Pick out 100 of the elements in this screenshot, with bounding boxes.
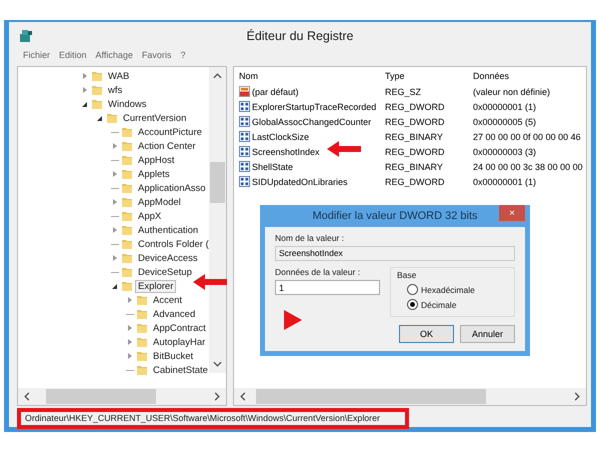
tree-item[interactable]: CurrentVersion <box>121 112 188 124</box>
scroll-left-icon[interactable] <box>240 392 246 401</box>
tree-item[interactable]: DeviceAccess <box>136 252 200 264</box>
tree-item[interactable]: Accent <box>151 294 184 306</box>
collapsed-arrow-icon[interactable] <box>110 254 119 262</box>
value-data-field[interactable]: 1 <box>275 280 380 295</box>
folder-icon <box>121 182 133 194</box>
radio-button[interactable] <box>407 299 418 310</box>
tree-item[interactable]: CabinetState <box>151 364 210 375</box>
scroll-down-icon[interactable] <box>213 361 222 367</box>
binary-value-icon <box>239 146 250 157</box>
tree-item[interactable]: Action Center <box>136 140 198 152</box>
collapsed-arrow-icon[interactable] <box>125 338 134 346</box>
binary-value-icon <box>239 116 250 127</box>
collapsed-arrow-icon[interactable] <box>80 72 89 80</box>
scroll-right-icon[interactable] <box>214 392 220 401</box>
tree-item[interactable]: Authentication <box>136 224 200 236</box>
tree-item[interactable]: AccountPicture <box>136 126 204 138</box>
binary-value-icon <box>239 101 250 112</box>
folder-icon <box>121 140 133 152</box>
value-type: REG_BINARY <box>384 132 444 142</box>
radio-label[interactable]: Décimale <box>421 300 456 310</box>
collapsed-arrow-icon[interactable] <box>110 170 119 178</box>
registry-icon <box>19 29 33 43</box>
folder-icon <box>121 224 133 236</box>
tree-item[interactable]: WAB <box>106 70 132 82</box>
menu-item[interactable]: Edition <box>59 50 87 64</box>
collapsed-arrow-icon[interactable] <box>80 86 89 94</box>
tree-item[interactable]: AppContract <box>151 322 208 334</box>
value-data: 0x00000005 (5) <box>472 116 538 126</box>
pointer-arrow-icon <box>193 273 227 291</box>
horizontal-scrollbar[interactable] <box>18 388 226 405</box>
folder-icon <box>121 280 133 292</box>
tree-item[interactable]: Explorer <box>136 280 176 292</box>
value-name[interactable]: ShellState <box>252 162 294 172</box>
menu-item[interactable]: ? <box>180 50 186 64</box>
tree-item[interactable]: Advanced <box>151 308 198 320</box>
tree-item[interactable]: Controls Folder ( <box>136 238 211 250</box>
scroll-thumb[interactable] <box>210 162 225 203</box>
collapsed-arrow-icon[interactable] <box>110 226 119 234</box>
expanded-arrow-icon[interactable] <box>95 114 104 122</box>
tree-item[interactable]: Applets <box>136 168 172 180</box>
folder-icon <box>121 168 133 180</box>
expanded-arrow-icon[interactable] <box>80 100 89 108</box>
vertical-scrollbar[interactable] <box>209 67 226 373</box>
binary-value-icon <box>239 131 250 142</box>
value-name[interactable]: SIDUpdatedOnLibraries <box>252 176 348 186</box>
tree-item[interactable]: AppModel <box>136 196 183 208</box>
dialog-button[interactable]: Annuler <box>460 325 515 343</box>
collapsed-arrow-icon[interactable] <box>125 296 134 304</box>
tree-item[interactable]: AppHost <box>136 154 176 166</box>
scroll-thumb[interactable] <box>46 389 156 404</box>
radio-button[interactable] <box>407 284 418 295</box>
tree-item[interactable]: wfs <box>106 84 124 96</box>
tree-item[interactable]: ApplicationAsso <box>136 182 208 194</box>
collapsed-arrow-icon[interactable] <box>110 198 119 206</box>
dialog-button[interactable]: OK <box>399 325 454 343</box>
horizontal-scrollbar[interactable] <box>234 388 586 405</box>
column-header[interactable]: Nom <box>234 70 380 80</box>
tree-item[interactable]: BitBucket <box>151 350 196 362</box>
collapsed-arrow-icon[interactable] <box>125 352 134 360</box>
collapsed-arrow-icon[interactable] <box>110 142 119 150</box>
tree-item[interactable]: AutoplayHar <box>151 336 208 348</box>
close-button[interactable]: × <box>499 205 525 221</box>
value-type: REG_BINARY <box>384 162 444 172</box>
status-bar-path: Ordinateur\HKEY_CURRENT_USER\Software\Microsoft\Windows\CurrentVersion\Explorer <box>17 408 409 429</box>
value-type: REG_DWORD <box>384 176 446 186</box>
column-header[interactable]: Données <box>468 70 586 80</box>
menu-item[interactable]: Fichier <box>23 50 50 64</box>
collapsed-arrow-icon[interactable] <box>125 324 134 332</box>
tree-item[interactable]: Windows <box>106 98 149 110</box>
value-type: REG_DWORD <box>384 102 446 112</box>
value-data: 0x00000003 (3) <box>472 146 538 156</box>
value-name[interactable]: (par défaut) <box>252 86 299 96</box>
value-type: REG_DWORD <box>384 116 446 126</box>
menu-item[interactable]: Favoris <box>142 50 172 64</box>
scroll-left-icon[interactable] <box>24 392 30 401</box>
column-header[interactable]: Type <box>380 70 468 80</box>
pointer-triangle-icon <box>284 310 302 330</box>
tree-item[interactable]: AppX <box>136 210 164 222</box>
pointer-arrow-icon <box>327 140 361 158</box>
scroll-thumb[interactable] <box>256 389 486 404</box>
folder-icon <box>121 196 133 208</box>
value-data: 24 00 00 00 3c 38 00 00 00 <box>472 162 584 172</box>
scroll-up-icon[interactable] <box>213 73 222 79</box>
value-name-field[interactable]: ScreenshotIndex <box>275 246 515 261</box>
menu-item[interactable]: Affichage <box>96 50 133 64</box>
tree-item[interactable]: DeviceSetup <box>136 266 194 278</box>
expanded-arrow-icon[interactable] <box>110 282 119 290</box>
folder-icon <box>121 210 133 222</box>
value-name[interactable]: GlobalAssocChangedCounter <box>252 116 372 126</box>
value-type: REG_DWORD <box>384 146 446 156</box>
value-name[interactable]: LastClockSize <box>252 132 310 142</box>
value-name[interactable]: ExplorerStartupTraceRecorded <box>252 102 376 112</box>
dialog-title: Modifier la valeur DWORD 32 bits <box>312 210 478 222</box>
radio-label[interactable]: Hexadécimale <box>421 284 475 294</box>
binary-value-icon <box>239 176 250 187</box>
scroll-right-icon[interactable] <box>574 392 580 401</box>
folder-icon <box>121 126 133 138</box>
value-name[interactable]: ScreenshotIndex <box>252 146 320 156</box>
